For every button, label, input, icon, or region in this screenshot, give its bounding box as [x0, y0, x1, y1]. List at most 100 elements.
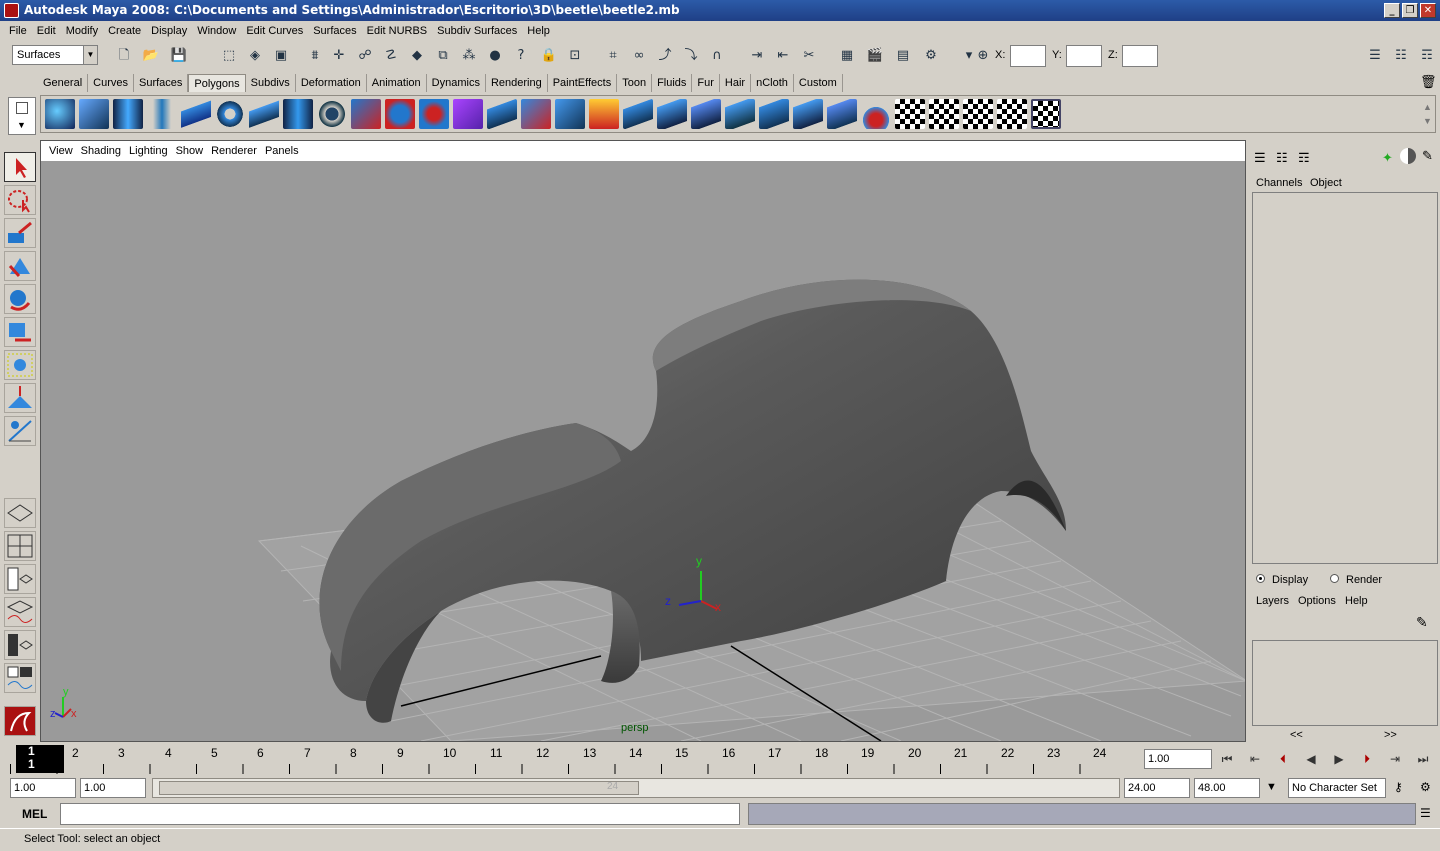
select-component-icon[interactable]: ▣ — [272, 47, 290, 65]
absolute-transform-icon[interactable]: ⊕ — [974, 47, 992, 65]
tab-curves[interactable]: Curves — [88, 74, 134, 92]
start-time-field[interactable]: 1.00 — [10, 778, 76, 798]
select-object-icon[interactable]: ◈ — [246, 47, 264, 65]
display-radio[interactable] — [1256, 574, 1265, 583]
manipulator-axis-icon[interactable]: ✦ — [1382, 150, 1393, 166]
select-hierarchy-icon[interactable]: ⬚ — [220, 47, 238, 65]
sphere-icon[interactable]: ● — [486, 47, 504, 65]
menu-modify[interactable]: Modify — [61, 25, 103, 37]
poly-sphere-icon[interactable] — [45, 99, 75, 129]
tab-deformation[interactable]: Deformation — [296, 74, 367, 92]
separate-icon[interactable] — [385, 99, 415, 129]
render-clapper-icon[interactable]: 🎬 — [866, 47, 884, 65]
y-field[interactable] — [1066, 45, 1102, 67]
poly-torus-icon[interactable] — [215, 99, 245, 129]
select-tool-icon[interactable] — [4, 152, 36, 182]
lock-icon-a[interactable]: ⁂ — [460, 47, 478, 65]
display-toggle-icon[interactable] — [1400, 148, 1416, 164]
tab-hair[interactable]: Hair — [720, 74, 752, 92]
end-time-field[interactable]: 48.00 — [1194, 778, 1260, 798]
uv-spherical-icon[interactable] — [963, 99, 993, 129]
play-forwards-icon[interactable]: ▶ — [1328, 748, 1350, 770]
character-set-field[interactable]: No Character Set — [1288, 778, 1386, 798]
collapse-icon[interactable] — [827, 99, 857, 129]
rotate-tool-icon[interactable] — [4, 284, 36, 314]
save-scene-icon[interactable]: 💾 — [170, 47, 188, 65]
output-ops-icon[interactable]: ⇤ — [774, 47, 792, 65]
perspective-viewport[interactable]: View Shading Lighting Show Renderer Pane… — [40, 140, 1246, 742]
tab-subdivs[interactable]: Subdivs — [246, 74, 296, 92]
snap-grid-icon[interactable]: ✛ — [330, 47, 348, 65]
trash-icon[interactable]: 🗑 — [1420, 74, 1437, 90]
viewport-menu-shading[interactable]: Shading — [77, 145, 125, 157]
new-layer-icon[interactable]: ✎ — [1416, 614, 1428, 631]
poly-pipe-icon[interactable] — [283, 99, 313, 129]
step-forward-frame-icon[interactable]: ⏵ — [1356, 748, 1378, 770]
tab-custom[interactable]: Custom — [794, 74, 843, 92]
poly-cone-icon[interactable] — [147, 99, 177, 129]
poly-cube-icon[interactable] — [79, 99, 109, 129]
scale-tool-icon[interactable] — [4, 317, 36, 347]
merge-icon[interactable] — [793, 99, 823, 129]
magnet-icon[interactable]: ∩ — [708, 47, 726, 65]
go-to-start-icon[interactable]: ⏮ — [1216, 748, 1238, 770]
ipr-render-icon[interactable]: ▤ — [894, 47, 912, 65]
menuset-dropdown[interactable]: Surfaces ▼ — [12, 45, 98, 65]
append-polygon-icon[interactable] — [623, 99, 653, 129]
uv-editor-icon[interactable] — [1031, 99, 1061, 129]
command-input[interactable] — [60, 803, 740, 825]
four-view-layout-icon[interactable] — [4, 531, 36, 561]
poly-prism-icon[interactable] — [249, 99, 279, 129]
layer-prev-button[interactable]: << — [1290, 729, 1303, 741]
snap-view-plane-icon[interactable]: ◆ — [408, 47, 426, 65]
step-forward-key-icon[interactable]: ⇥ — [1384, 748, 1406, 770]
shelf-menu-icon[interactable] — [16, 102, 28, 114]
tab-dynamics[interactable]: Dynamics — [427, 74, 486, 92]
outliner-layout-icon[interactable] — [4, 564, 36, 594]
step-back-frame-icon[interactable]: ⏴ — [1272, 748, 1294, 770]
mirror-icon[interactable] — [521, 99, 551, 129]
paint-select-tool-icon[interactable] — [4, 218, 36, 248]
output-icon[interactable]: ⤵ — [682, 47, 700, 65]
shelf-dropdown-icon[interactable]: ▼ — [17, 120, 26, 130]
viewport-menu-panels[interactable]: Panels — [261, 145, 303, 157]
poly-plane-icon[interactable] — [181, 99, 211, 129]
tab-toon[interactable]: Toon — [617, 74, 653, 92]
tab-ncloth[interactable]: nCloth — [751, 74, 794, 92]
menu-file[interactable]: File — [4, 25, 32, 37]
display-layer-label[interactable]: Display — [1272, 574, 1308, 586]
boolean-icon[interactable] — [419, 99, 449, 129]
move-tool-icon[interactable] — [4, 251, 36, 281]
playback-end-field[interactable]: 24.00 — [1124, 778, 1190, 798]
menu-subdiv-surfaces[interactable]: Subdiv Surfaces — [432, 25, 522, 37]
tool-layout-icon[interactable]: ☶ — [1298, 150, 1310, 166]
render-radio[interactable] — [1330, 574, 1339, 583]
shelf-scroll-down-icon[interactable]: ▼ — [1423, 116, 1432, 126]
anim-preferences-icon[interactable]: ⚙ — [1420, 780, 1431, 794]
smooth-icon[interactable] — [453, 99, 483, 129]
soft-modification-icon[interactable] — [4, 383, 36, 413]
snap-point-icon[interactable]: ☡ — [382, 47, 400, 65]
menu-display[interactable]: Display — [146, 25, 192, 37]
options-menu[interactable]: Options — [1298, 595, 1336, 607]
layer-next-button[interactable]: >> — [1384, 729, 1397, 741]
offset-edge-loop-icon[interactable] — [725, 99, 755, 129]
sculpt-icon[interactable] — [861, 99, 891, 129]
menu-edit-nurbs[interactable]: Edit NURBS — [362, 25, 433, 37]
menu-help[interactable]: Help — [522, 25, 555, 37]
shelf-options[interactable]: ▼ — [8, 97, 36, 135]
shelf-scroll-up-icon[interactable]: ▲ — [1423, 102, 1432, 112]
reduce-icon[interactable] — [487, 99, 517, 129]
insert-edge-loop-icon[interactable] — [691, 99, 721, 129]
menu-surfaces[interactable]: Surfaces — [308, 25, 361, 37]
lasso-tool-icon[interactable] — [4, 185, 36, 215]
play-backwards-icon[interactable]: ◀ — [1300, 748, 1322, 770]
new-scene-icon[interactable]: 🗋 — [115, 47, 133, 65]
tab-rendering[interactable]: Rendering — [486, 74, 548, 92]
split-polygon-icon[interactable] — [657, 99, 687, 129]
help-menu-layers[interactable]: Help — [1345, 595, 1368, 607]
object-menu[interactable]: Object — [1310, 177, 1342, 189]
input-ops-icon[interactable]: ⇥ — [748, 47, 766, 65]
selection-mask-icon[interactable]: ⊡ — [566, 47, 584, 65]
channel-box-layout-icon[interactable]: ☰ — [1254, 150, 1266, 166]
